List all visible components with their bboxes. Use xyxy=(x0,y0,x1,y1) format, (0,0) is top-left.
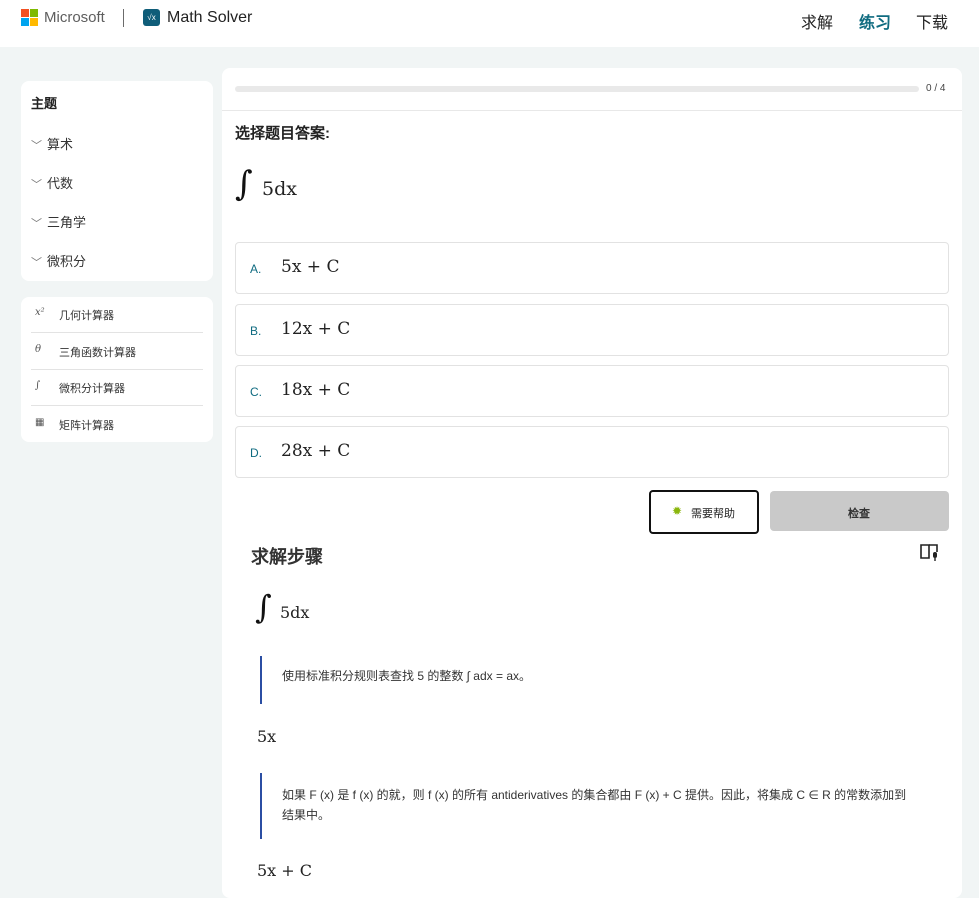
x-squared-icon: x² xyxy=(35,307,45,318)
theta-icon: θ xyxy=(35,344,42,355)
chevron-down-icon: ﹀ xyxy=(31,179,42,191)
option-answer: 28x + C xyxy=(281,441,351,461)
need-help-button[interactable]: ✹ 需要帮助 xyxy=(649,490,759,534)
practice-panel: 0 / 4 选择题目答案: ∫ 5dx A. 5x + C B. 12x + C… xyxy=(222,68,962,898)
topic-trigonometry[interactable]: ﹀ 三角学 xyxy=(31,212,86,231)
help-label: 需要帮助 xyxy=(691,508,735,520)
top-bar: Microsoft √x Math Solver 求解 练习 下载 xyxy=(0,0,979,47)
app-name[interactable]: Math Solver xyxy=(167,9,252,27)
calc-geometry[interactable]: x² 几何计算器 xyxy=(31,297,203,333)
step-explanation-1: 使用标准积分规则表查找 5 的整数 ∫ adx = ax。 xyxy=(260,656,920,704)
header-divider xyxy=(123,9,124,27)
option-letter: A. xyxy=(250,262,262,276)
calc-trigonometry[interactable]: θ 三角函数计算器 xyxy=(31,334,203,370)
step-explanation-text: 如果 F (x) 是 f (x) 的就，则 f (x) 的所有 antideri… xyxy=(282,788,907,822)
option-a[interactable]: A. 5x + C xyxy=(235,242,949,294)
microsoft-brand[interactable]: Microsoft xyxy=(44,9,105,26)
integral-icon: ∫ xyxy=(35,380,41,391)
step-explanation-2: 如果 F (x) 是 f (x) 的就，则 f (x) 的所有 antideri… xyxy=(260,773,920,839)
topics-title: 主题 xyxy=(31,96,58,111)
nav-solve[interactable]: 求解 xyxy=(801,9,833,33)
chevron-down-icon: ﹀ xyxy=(31,140,42,152)
topic-label: 三角学 xyxy=(47,215,87,230)
option-b[interactable]: B. 12x + C xyxy=(235,304,949,356)
calc-label: 微积分计算器 xyxy=(59,383,125,395)
option-letter: C. xyxy=(250,385,262,399)
topic-calculus[interactable]: ﹀ 微积分 xyxy=(31,251,86,270)
panel-divider xyxy=(222,110,962,111)
chevron-down-icon: ﹀ xyxy=(31,257,42,269)
option-c[interactable]: C. 18x + C xyxy=(235,365,949,417)
progress-counter: 0 / 4 xyxy=(926,83,946,94)
option-letter: D. xyxy=(250,446,262,460)
lightbulb-icon: ✹ xyxy=(672,504,683,518)
calc-divider xyxy=(31,405,203,406)
topic-algebra[interactable]: ﹀ 代数 xyxy=(31,173,73,192)
option-letter: B. xyxy=(250,324,262,338)
question-prompt: 选择题目答案: xyxy=(235,125,330,142)
integral-symbol: ∫ xyxy=(235,164,253,204)
topic-label: 微积分 xyxy=(47,254,87,269)
calc-label: 矩阵计算器 xyxy=(59,420,114,432)
nav-download[interactable]: 下载 xyxy=(916,9,948,33)
solution-steps-title: 求解步骤 xyxy=(251,547,323,567)
step-result-1: 5x xyxy=(257,727,277,746)
step-start-expression: 5dx xyxy=(280,603,310,622)
calc-label: 几何计算器 xyxy=(59,310,114,322)
immersive-reader-icon[interactable] xyxy=(919,543,941,561)
nav-practice[interactable]: 练习 xyxy=(859,9,891,33)
calc-divider xyxy=(31,332,203,333)
option-answer: 12x + C xyxy=(281,319,351,339)
topic-label: 代数 xyxy=(47,176,74,191)
matrix-icon: ▦ xyxy=(35,417,45,428)
step-explanation-text: 使用标准积分规则表查找 5 的整数 ∫ adx = ax。 xyxy=(282,669,531,683)
check-button[interactable]: 检查 xyxy=(770,491,949,531)
progress-bar xyxy=(235,86,919,92)
check-label: 检查 xyxy=(848,508,870,520)
chevron-down-icon: ﹀ xyxy=(31,218,42,230)
calculators-panel: x² 几何计算器 θ 三角函数计算器 ∫ 微积分计算器 ▦ 矩阵计算器 xyxy=(21,297,213,442)
option-answer: 5x + C xyxy=(281,257,340,277)
step-result-2: 5x + C xyxy=(257,861,313,880)
topic-arithmetic[interactable]: ﹀ 算术 xyxy=(31,134,73,153)
topics-panel: 主题 ﹀ 算术 ﹀ 代数 ﹀ 三角学 ﹀ 微积分 xyxy=(21,81,213,281)
calc-label: 三角函数计算器 xyxy=(59,347,136,359)
math-solver-app-icon[interactable]: √x xyxy=(143,9,160,26)
option-answer: 18x + C xyxy=(281,380,351,400)
question-expression: 5dx xyxy=(262,178,297,200)
microsoft-logo-icon[interactable] xyxy=(21,9,39,27)
calc-matrix[interactable]: ▦ 矩阵计算器 xyxy=(31,407,203,443)
calc-calculus[interactable]: ∫ 微积分计算器 xyxy=(31,370,203,406)
option-d[interactable]: D. 28x + C xyxy=(235,426,949,478)
topic-label: 算术 xyxy=(47,137,74,152)
integral-symbol: ∫ xyxy=(255,588,272,626)
